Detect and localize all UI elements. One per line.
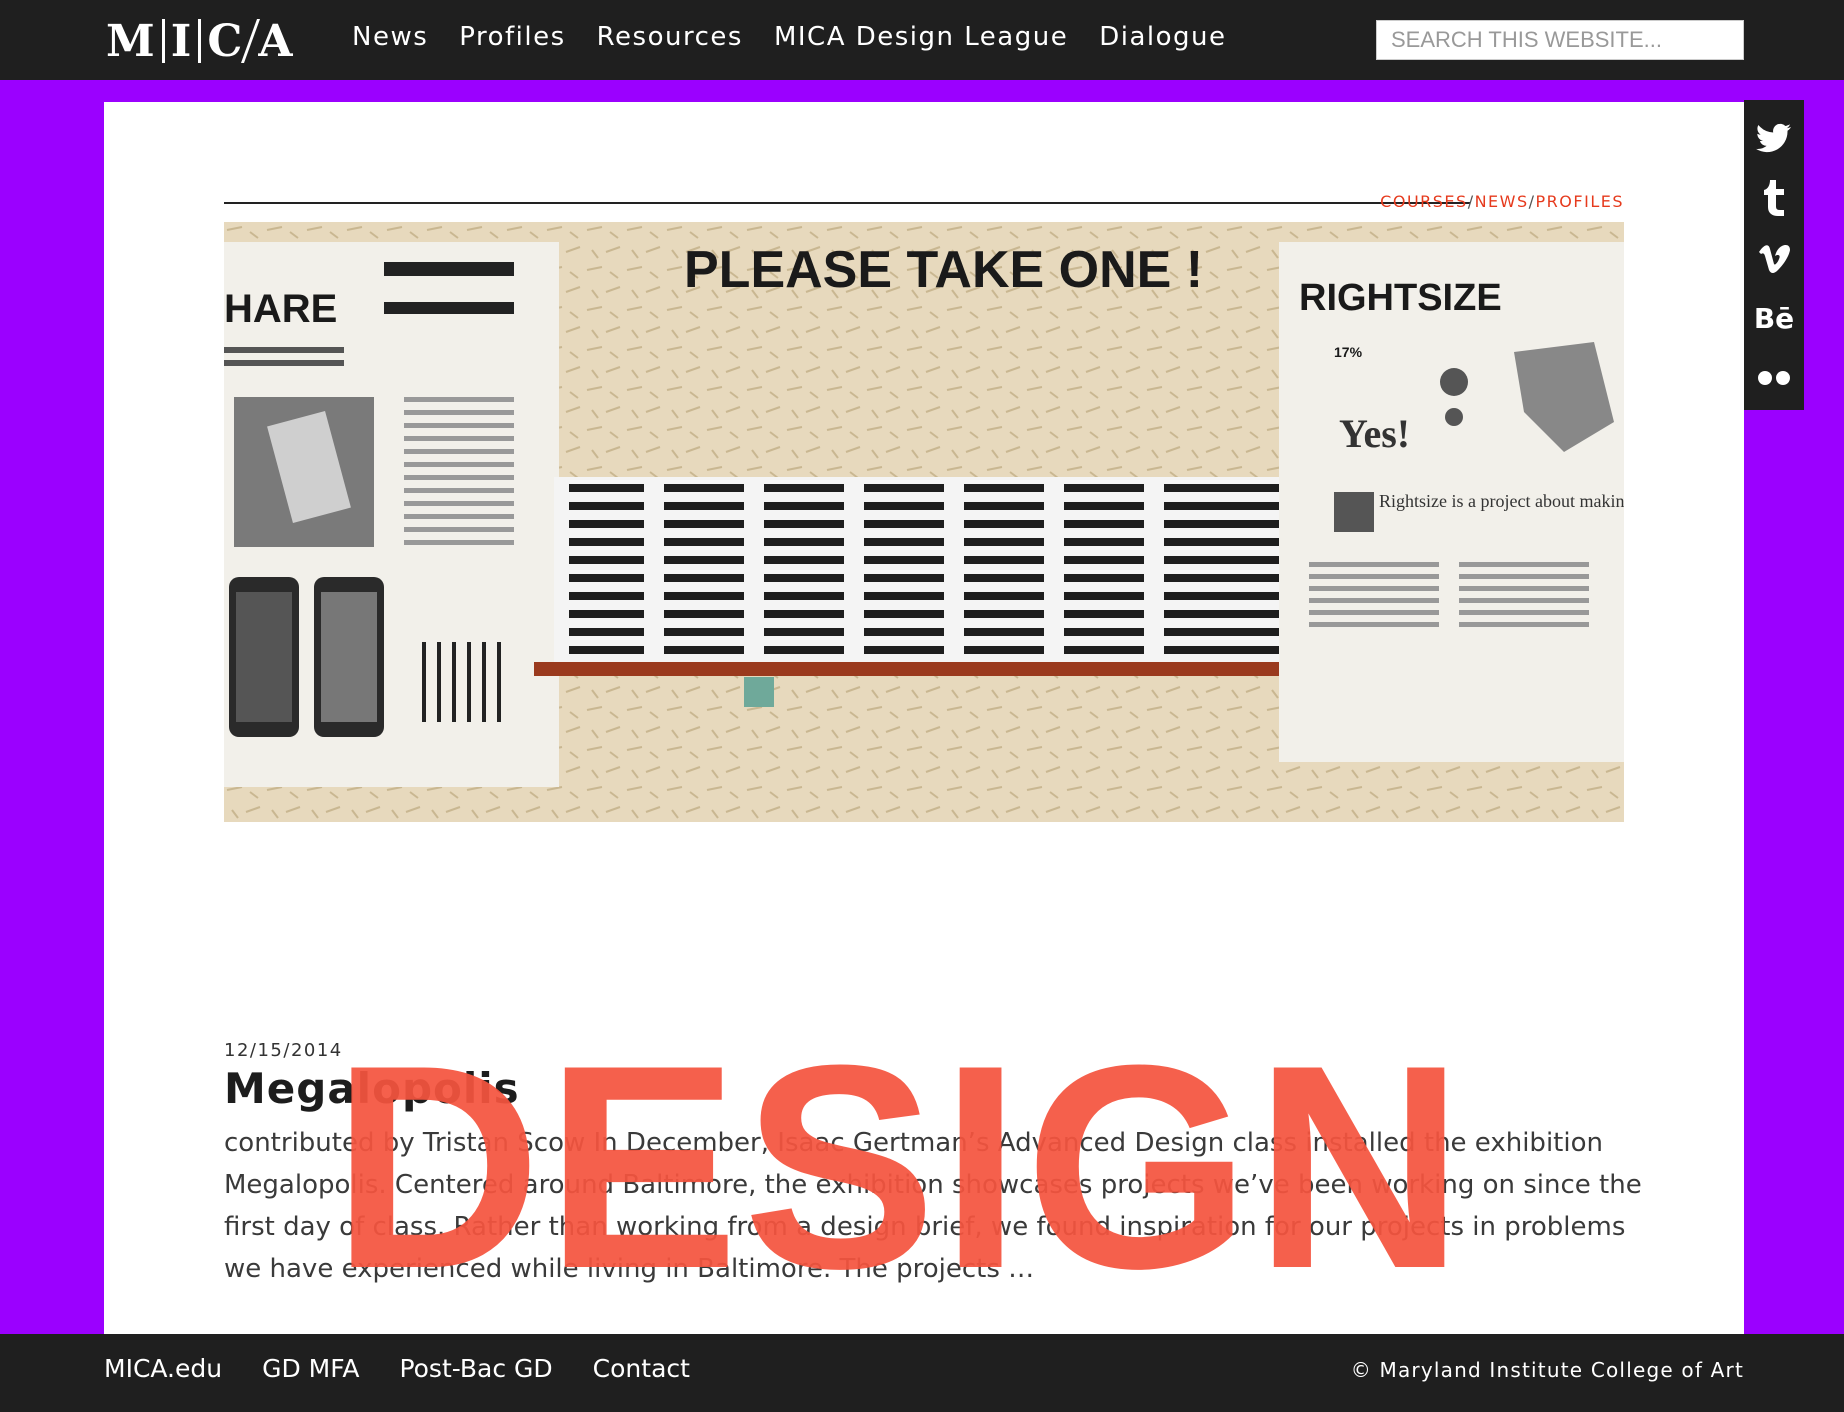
twitter-icon[interactable] (1744, 108, 1804, 168)
nav-mica-design-league[interactable]: MICA Design League (774, 22, 1068, 52)
vimeo-icon[interactable] (1744, 228, 1804, 288)
newspaper-stack (554, 477, 1324, 662)
nav-resources[interactable]: Resources (597, 22, 743, 52)
logo-letter-a: A (258, 15, 294, 67)
footer-bar: MICA.edu GD MFA Post-Bac GD Contact © Ma… (0, 1334, 1844, 1412)
tumblr-icon[interactable] (1744, 168, 1804, 228)
mica-logo[interactable]: M I C A (106, 15, 294, 67)
post-title[interactable]: Megalopolis (224, 1064, 520, 1113)
copyright-text: © Maryland Institute College of Art (1350, 1358, 1744, 1382)
behance-icon[interactable]: Bē (1744, 288, 1804, 348)
right-poster-stat: 17% (1334, 344, 1363, 360)
logo-letter-m: M (106, 15, 156, 67)
nav-dialogue[interactable]: Dialogue (1099, 22, 1226, 52)
right-poster-tagline: Rightsize is a project about making Balt… (1379, 491, 1624, 511)
main-nav: News Profiles Resources MICA Design Leag… (352, 22, 1258, 52)
post-card: COURSES/NEWS/PROFILES HARE PLEASE TAKE O… (104, 102, 1744, 1334)
exhibition-photo: HARE PLEASE TAKE ONE ! RIGHTSIZE 17% Yes… (224, 222, 1624, 822)
social-sidebar: Bē (1744, 100, 1804, 410)
nav-news[interactable]: News (352, 22, 428, 52)
footer-link-contact[interactable]: Contact (593, 1354, 690, 1383)
hero-image[interactable]: HARE PLEASE TAKE ONE ! RIGHTSIZE 17% Yes… (224, 222, 1624, 822)
footer-nav: MICA.edu GD MFA Post-Bac GD Contact (104, 1354, 730, 1383)
nav-profiles[interactable]: Profiles (459, 22, 565, 52)
category-profiles[interactable]: PROFILES (1536, 192, 1624, 211)
right-poster-yes: Yes! (1339, 411, 1410, 456)
header-rule (224, 202, 1470, 204)
footer-link-post-bac-gd[interactable]: Post-Bac GD (399, 1354, 552, 1383)
shelf (534, 662, 1324, 676)
top-nav-bar: M I C A News Profiles Resources MICA Des… (0, 0, 1844, 80)
right-poster-heading: RIGHTSIZE (1299, 277, 1502, 319)
category-separator: / (1467, 192, 1475, 211)
logo-divider (161, 19, 165, 63)
post-excerpt: contributed by Tristan Scow In December,… (224, 1128, 1642, 1284)
search-input[interactable] (1376, 20, 1744, 60)
footer-link-gd-mfa[interactable]: GD MFA (262, 1354, 359, 1383)
logo-divider (198, 19, 202, 63)
category-courses[interactable]: COURSES (1380, 192, 1468, 211)
category-separator: / (1528, 192, 1536, 211)
footer-link-mica-edu[interactable]: MICA.edu (104, 1354, 222, 1383)
category-links: COURSES/NEWS/PROFILES (1380, 192, 1624, 211)
left-poster-heading: HARE (224, 287, 337, 331)
flickr-icon[interactable] (1744, 348, 1804, 408)
post-date: 12/15/2014 (224, 1040, 343, 1061)
logo-letter-c: C (207, 15, 244, 67)
logo-letter-i: I (170, 15, 193, 67)
category-news[interactable]: NEWS (1475, 192, 1529, 211)
please-take-one-sign: PLEASE TAKE ONE ! (684, 241, 1203, 299)
